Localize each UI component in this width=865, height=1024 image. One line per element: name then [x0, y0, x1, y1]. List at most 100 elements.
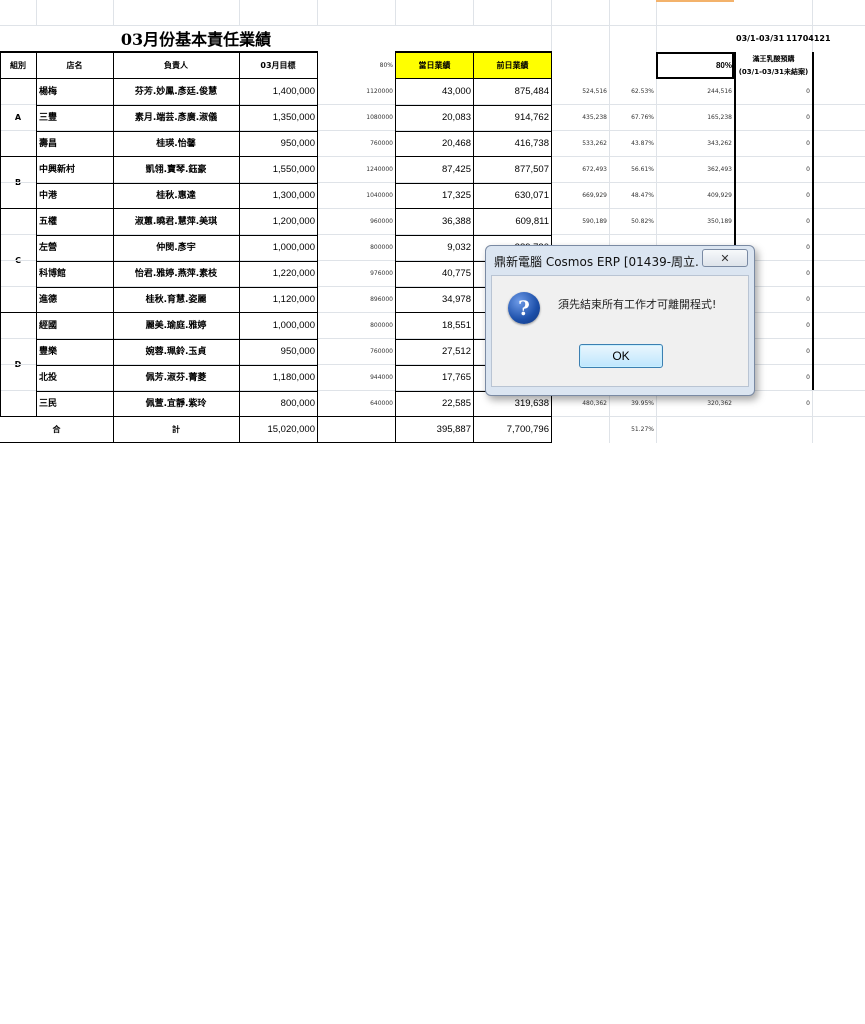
today-sales: 18,551: [441, 320, 471, 332]
prior-sales: 914,762: [514, 112, 549, 124]
monthly-target: 1,350,000: [272, 112, 315, 124]
achievement-pct: 48.47%: [631, 192, 654, 199]
today-sales: 20,083: [441, 112, 471, 124]
remaining-value: 669,929: [582, 192, 607, 199]
today-sales: 17,765: [441, 372, 471, 384]
store-name: 三民: [39, 398, 58, 409]
group-label: A: [14, 113, 22, 122]
header-today: 當日業績: [396, 53, 473, 79]
manager-names: 桂秋.惠達: [156, 190, 196, 201]
manager-names: 淑蕙.曉君.慧萍.美琪: [134, 216, 218, 227]
manager-names: 桂秋.育慧.姿麗: [145, 294, 207, 305]
target-80: 1240000: [366, 166, 393, 173]
group-label: D: [0, 313, 36, 417]
header-group: 組別: [10, 61, 26, 70]
shortfall-value: 165,238: [707, 114, 732, 121]
manager-names: 仲閔.彥宇: [156, 242, 196, 253]
today-sales: 27,512: [441, 346, 471, 358]
active-column-indicator: [656, 0, 734, 2]
target-80: 1040000: [366, 192, 393, 199]
bonus-value: 0: [806, 114, 810, 121]
store-name: 科博館: [39, 268, 67, 279]
header-target: 03月目標: [260, 61, 296, 70]
today-sales: 20,468: [441, 138, 471, 150]
store-name: 中港: [39, 190, 58, 201]
manager-names: 素月.端芸.彥廣.淑儀: [134, 112, 218, 123]
manager-names: 佩萱.宜靜.紫玲: [145, 398, 207, 409]
achievement-pct: 50.82%: [631, 218, 654, 225]
monthly-target: 1,300,000: [272, 190, 315, 202]
store-name: 進德: [39, 294, 58, 305]
target-80: 1080000: [366, 114, 393, 121]
monthly-target: 1,180,000: [272, 372, 315, 384]
achievement-pct: 43.87%: [631, 140, 654, 147]
ok-button[interactable]: OK: [579, 344, 663, 368]
shortfall-value: 343,262: [707, 140, 732, 147]
total-target: 15,020,000: [267, 424, 315, 436]
monthly-target: 1,550,000: [272, 164, 315, 176]
shortfall-value: 244,516: [707, 88, 732, 95]
header-bonus-line1: 滿王乳酸預購: [752, 55, 795, 63]
bonus-value: 0: [806, 88, 810, 95]
total-label-2: 計: [172, 425, 180, 434]
prior-sales: 875,484: [514, 86, 549, 98]
store-name: 中興新村: [39, 164, 76, 175]
remaining-value: 672,493: [582, 166, 607, 173]
target-80: 896000: [370, 296, 393, 303]
monthly-target: 950,000: [280, 138, 315, 150]
question-icon: ?: [508, 292, 540, 324]
manager-names: 芬芳.妙鳳.彥廷.俊慧: [134, 86, 218, 97]
total-pct: 51.27%: [631, 426, 654, 433]
prior-sales: 630,071: [514, 190, 549, 202]
today-sales: 40,775: [441, 268, 471, 280]
prior-sales: 877,507: [514, 164, 549, 176]
header-manager: 負責人: [164, 61, 188, 70]
manager-names: 麗美.瑜庭.雅婷: [145, 320, 207, 331]
manager-names: 凱翎.寶琴.鈺豪: [145, 164, 207, 175]
store-name: 豐樂: [39, 346, 58, 357]
manager-names: 佩芳.淑芬.菁菱: [145, 372, 207, 383]
erp-message-dialog[interactable]: 鼎新電腦 Cosmos ERP [01439-周立... ✕ ? 須先結束所有工…: [485, 245, 755, 396]
manager-names: 婉蓉.珮鈴.玉貞: [145, 346, 207, 357]
dialog-body: ? 須先結束所有工作才可離開程式! OK: [491, 275, 749, 387]
achievement-pct: 56.61%: [631, 166, 654, 173]
today-sales: 43,000: [441, 86, 471, 98]
target-80: 800000: [370, 244, 393, 251]
store-name: 五權: [39, 216, 58, 227]
target-80: 944000: [370, 374, 393, 381]
achievement-pct: 62.53%: [631, 88, 654, 95]
monthly-target: 1,220,000: [272, 268, 315, 280]
target-80: 976000: [370, 270, 393, 277]
store-name: 北投: [39, 372, 58, 383]
total-prior: 7,700,796: [506, 424, 549, 436]
close-icon[interactable]: ✕: [702, 249, 748, 267]
monthly-target: 1,000,000: [272, 320, 315, 332]
header-prior: 前日業績: [474, 53, 551, 79]
remaining-value: 524,516: [582, 88, 607, 95]
prior-sales: 609,811: [515, 216, 549, 228]
today-sales: 17,325: [441, 190, 471, 202]
manager-names: 桂瑛.怡馨: [156, 138, 196, 149]
target-80: 760000: [370, 348, 393, 355]
monthly-target: 1,120,000: [272, 294, 315, 306]
header-target-80: 80%: [379, 62, 393, 69]
bonus-value: 0: [806, 166, 810, 173]
dialog-message: 須先結束所有工作才可離開程式!: [558, 298, 717, 311]
target-80: 960000: [370, 218, 393, 225]
store-name: 經國: [39, 320, 58, 331]
today-sales: 22,585: [441, 398, 471, 410]
prior-sales: 416,738: [514, 138, 549, 150]
today-sales: 34,978: [441, 294, 471, 306]
achievement-pct: 67.76%: [631, 114, 654, 121]
monthly-target: 950,000: [280, 346, 315, 358]
group-label: B: [0, 157, 36, 209]
selected-cell[interactable]: [656, 52, 734, 79]
header-bonus-line2: (03/1-03/31未結案): [738, 68, 809, 76]
monthly-target: 1,000,000: [272, 242, 315, 254]
report-code: 11704121: [786, 34, 831, 43]
target-80: 800000: [370, 322, 393, 329]
today-sales: 36,388: [441, 216, 471, 228]
store-name: 左營: [39, 242, 58, 253]
today-sales: 9,032: [447, 242, 471, 254]
store-name: 壽昌: [39, 138, 58, 149]
